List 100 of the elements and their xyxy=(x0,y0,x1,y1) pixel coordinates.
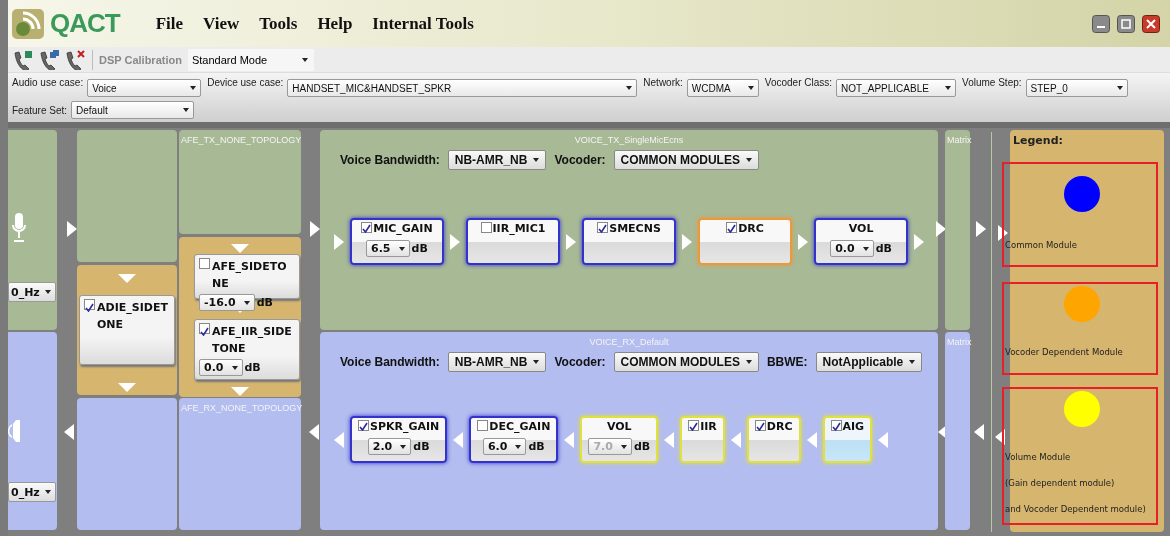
checkbox[interactable] xyxy=(199,258,210,269)
panel-title: VOICE_RX_Default xyxy=(588,337,670,347)
module-name: AIG xyxy=(842,420,865,433)
unit-label: dB xyxy=(633,440,651,453)
module-block[interactable]: DEC_GAIN 6.0 dB xyxy=(469,416,559,463)
checkbox[interactable] xyxy=(358,420,369,431)
module-block[interactable]: DRC xyxy=(697,218,793,265)
module-block[interactable]: SPKR_GAIN 2.0 dB xyxy=(350,416,448,463)
field-label: Network: xyxy=(643,76,683,88)
handset-disk-icon[interactable] xyxy=(12,49,34,70)
legend-text: Vocoder Dependent Module xyxy=(1005,346,1123,358)
module-name: IIR_MIC1 xyxy=(492,222,546,235)
control-label: BBWE: xyxy=(766,355,808,369)
module-block[interactable]: IIR_MIC1 xyxy=(465,218,561,265)
legend-title: Legend: xyxy=(1013,134,1063,147)
mode-dropdown[interactable]: Standard Mode xyxy=(187,48,314,71)
control-label: Voice Bandwidth: xyxy=(340,153,440,167)
legend-text: Common Module xyxy=(1005,239,1077,251)
dropdown[interactable]: NB-AMR_NB xyxy=(447,150,547,170)
gain-dropdown: 7.0 xyxy=(588,438,632,455)
panel-title: VOICE_TX_SingleMicEcns xyxy=(573,135,685,145)
microphone-icon xyxy=(12,213,26,243)
down-arrow-icon xyxy=(118,274,136,283)
sample-rate-dropdown[interactable]: 0_Hz xyxy=(8,282,56,302)
checkbox[interactable] xyxy=(754,420,766,431)
maximize-button[interactable] xyxy=(1117,14,1135,33)
wifi-gear-logo-icon xyxy=(12,6,46,41)
gain-dropdown[interactable]: 0.0 xyxy=(830,240,874,257)
dropdown[interactable]: HANDSET_MIC&HANDSET_SPKR xyxy=(287,79,638,97)
module-name: SMECNS xyxy=(609,222,661,235)
gain-dropdown[interactable]: 0.0 xyxy=(199,359,243,376)
dropdown[interactable]: Default xyxy=(71,101,195,119)
dropdown[interactable]: STEP_0 xyxy=(1025,79,1128,97)
app-logo: QACT xyxy=(50,8,120,39)
module-name: VOL xyxy=(848,222,874,235)
gain-dropdown[interactable]: 6.5 xyxy=(366,240,410,257)
dropdown[interactable]: COMMON MODULES xyxy=(613,150,759,170)
unit-label: dB xyxy=(256,296,273,309)
unit-label: dB xyxy=(244,361,261,374)
module-block[interactable]: AIG xyxy=(822,416,873,463)
module-name: VOL xyxy=(606,420,632,433)
right-arrow-icon xyxy=(914,233,925,250)
checkbox[interactable] xyxy=(84,299,95,310)
checkbox[interactable] xyxy=(726,222,738,233)
legend-text: (Gain dependent module) xyxy=(1005,477,1116,489)
sample-rate-dropdown[interactable]: 0_Hz xyxy=(8,482,56,502)
field-label: Vocoder Class: xyxy=(764,76,833,88)
dropdown[interactable]: NotApplicable xyxy=(815,352,923,372)
close-button[interactable] xyxy=(1142,14,1160,33)
legend-text: Volume Module xyxy=(1005,451,1072,463)
dropdown[interactable]: NB-AMR_NB xyxy=(447,352,547,372)
module-block[interactable]: DRC xyxy=(746,416,801,463)
control-label: Voice Bandwidth: xyxy=(340,355,440,369)
checkbox[interactable] xyxy=(480,222,492,233)
control-label: Vocoder: xyxy=(554,153,606,167)
field-label: Audio use case: xyxy=(12,76,84,88)
gain-dropdown[interactable]: -16.0 xyxy=(199,294,255,311)
module-name: ADIE_SIDETONE xyxy=(97,300,169,333)
menu-item[interactable]: View xyxy=(203,13,240,34)
mode-value: Standard Mode xyxy=(191,53,268,66)
field-label: Volume Step: xyxy=(962,76,1022,88)
control-label: Vocoder: xyxy=(554,355,606,369)
panel-title: AFE_TX_NONE_TOPOLOGY xyxy=(181,135,301,145)
module-block[interactable]: VOL 0.0 dB xyxy=(814,218,909,265)
module-block[interactable]: MIC_GAIN 6.5 dB xyxy=(349,218,445,265)
dropdown[interactable]: Voice xyxy=(87,79,202,97)
module-block[interactable]: IIR xyxy=(680,416,725,463)
unit-label: dB xyxy=(528,440,545,453)
module-name: DEC_GAIN xyxy=(489,420,551,433)
checkbox[interactable] xyxy=(688,420,700,431)
module-block[interactable]: SMECNS xyxy=(581,218,677,265)
dropdown[interactable]: WCDMA xyxy=(686,79,759,97)
unit-label: dB xyxy=(875,242,892,255)
dropdown[interactable]: NOT_APPLICABLE xyxy=(836,79,957,97)
dropdown[interactable]: COMMON MODULES xyxy=(613,352,759,372)
gain-dropdown[interactable]: 2.0 xyxy=(367,438,412,455)
module-name: DRC xyxy=(766,420,793,433)
checkbox[interactable] xyxy=(597,222,609,233)
toolbar-label: DSP Calibration xyxy=(99,53,182,66)
panel-title: Matrix xyxy=(947,135,970,145)
minimize-button[interactable] xyxy=(1092,14,1110,33)
checkbox[interactable] xyxy=(477,420,489,431)
menu-item[interactable]: File xyxy=(155,13,184,34)
handset-disks-icon[interactable] xyxy=(38,49,60,70)
legend-text: and Vocoder Dependent module) xyxy=(1005,503,1146,515)
unit-label: dB xyxy=(411,242,428,255)
checkbox[interactable] xyxy=(361,222,373,233)
left-arrow-icon xyxy=(974,424,984,440)
right-arrow-icon xyxy=(976,221,986,237)
menu-item[interactable]: Internal Tools xyxy=(372,13,474,34)
handset-cross-icon[interactable] xyxy=(64,49,86,70)
menu-item[interactable]: Help xyxy=(317,13,353,34)
checkbox[interactable] xyxy=(830,420,842,431)
module-name: SPKR_GAIN xyxy=(370,420,440,433)
checkbox[interactable] xyxy=(199,323,210,334)
module-name: MIC_GAIN xyxy=(373,222,433,235)
module-name: IIR xyxy=(700,420,717,433)
gain-dropdown[interactable]: 6.0 xyxy=(482,438,527,455)
field-label: Feature Set: xyxy=(12,104,68,116)
menu-item[interactable]: Tools xyxy=(259,13,298,34)
